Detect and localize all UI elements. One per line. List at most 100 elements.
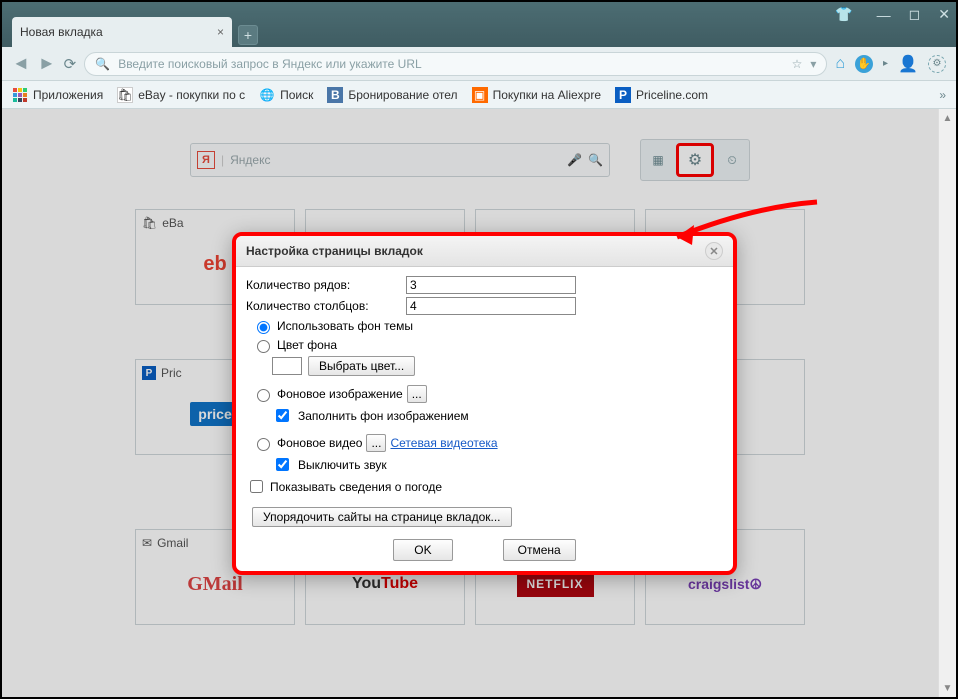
page-controls: ▦ ⚙ ⏲: [640, 139, 750, 181]
microphone-icon[interactable]: 🎤: [567, 153, 582, 167]
rows-label: Количество рядов:: [246, 278, 406, 292]
radio-theme-bg[interactable]: [257, 321, 270, 334]
home-icon[interactable]: ⌂: [835, 55, 845, 73]
window-controls: 👕 — ◻ ✕: [835, 6, 950, 23]
priceline-icon: P: [615, 87, 631, 103]
new-tab-button[interactable]: +: [238, 25, 258, 45]
close-window-button[interactable]: ✕: [938, 6, 950, 23]
cancel-button[interactable]: Отмена: [503, 539, 576, 561]
browser-tab[interactable]: Новая вкладка ×: [12, 17, 232, 47]
bookmark-label: Поиск: [280, 88, 313, 102]
rows-input[interactable]: [406, 276, 576, 294]
tile-body: price: [198, 406, 231, 422]
ebay-icon: 🛍: [117, 87, 133, 103]
user-icon[interactable]: 👤: [898, 54, 918, 74]
chevron-right-icon[interactable]: ▸: [883, 58, 888, 69]
cols-input[interactable]: [406, 297, 576, 315]
toolbar: ◄ ► ⟳ 🔍 Введите поисковый запрос в Яндек…: [2, 47, 956, 81]
cols-label: Количество столбцов:: [246, 299, 406, 313]
radio-video-bg[interactable]: [257, 438, 270, 451]
tile-body: craigslist: [688, 576, 749, 592]
close-tab-icon[interactable]: ×: [217, 25, 224, 39]
title-bar: Новая вкладка × + 👕 — ◻ ✕: [2, 2, 956, 47]
tile-label: Gmail: [157, 536, 188, 550]
toolbar-icons: ⌂ ✋ ▸ 👤 ⚙: [835, 54, 946, 74]
bookmark-search[interactable]: 🌐 Поиск: [259, 87, 313, 103]
search-submit-icon[interactable]: 🔍: [588, 153, 603, 167]
layout-icon[interactable]: ▦: [644, 147, 672, 173]
history-icon[interactable]: ⏲: [718, 147, 746, 173]
bag-icon: 🛍: [142, 216, 157, 230]
dialog-title: Настройка страницы вкладок: [246, 244, 423, 258]
dropdown-icon[interactable]: ▾: [810, 57, 816, 71]
bookmark-aliexpress[interactable]: ▣ Покупки на Aliexpre: [472, 87, 601, 103]
checkbox-label: Выключить звук: [298, 458, 387, 472]
arrange-sites-button[interactable]: Упорядочить сайты на странице вкладок...: [252, 507, 512, 527]
page-settings-button[interactable]: ⚙: [676, 143, 714, 177]
bookmarks-overflow-icon[interactable]: »: [939, 88, 946, 102]
vk-icon: B: [327, 87, 343, 103]
bookmark-label: eBay - покупки по с: [138, 88, 245, 102]
tile-label: eBa: [162, 216, 183, 230]
address-placeholder: Введите поисковый запрос в Яндекс или ук…: [118, 57, 422, 71]
maximize-button[interactable]: ◻: [909, 6, 921, 23]
radio-label: Цвет фона: [277, 338, 337, 352]
priceline-icon: P: [142, 366, 156, 380]
video-library-link[interactable]: Сетевая видеотека: [390, 436, 497, 450]
bookmarks-bar: Приложения 🛍 eBay - покупки по с 🌐 Поиск…: [2, 81, 956, 109]
bookmark-label: Бронирование отел: [348, 88, 457, 102]
apps-icon: [13, 88, 27, 102]
radio-image-bg[interactable]: [257, 389, 270, 402]
bookmark-label: Покупки на Aliexpre: [493, 88, 601, 102]
gmail-icon: ✉: [142, 536, 152, 550]
dialog-close-button[interactable]: ✕: [705, 242, 723, 260]
choose-color-button[interactable]: Выбрать цвет...: [308, 356, 415, 376]
browse-image-button[interactable]: ...: [407, 385, 427, 403]
scroll-down-icon[interactable]: ▼: [939, 679, 956, 697]
dialog-titlebar: Настройка страницы вкладок ✕: [236, 236, 733, 267]
checkbox-label: Показывать сведения о погоде: [270, 480, 442, 494]
checkbox-weather[interactable]: [250, 480, 263, 493]
bookmark-apps[interactable]: Приложения: [12, 87, 103, 103]
checkbox-fill-image[interactable]: [276, 409, 289, 422]
page-search-box[interactable]: Я | Яндекс 🎤 🔍: [190, 143, 610, 177]
search-icon: 🔍: [95, 57, 110, 71]
back-button[interactable]: ◄: [12, 53, 30, 74]
scroll-up-icon[interactable]: ▲: [939, 109, 956, 127]
checkbox-mute[interactable]: [276, 458, 289, 471]
bookmark-label: Приложения: [33, 88, 103, 102]
settings-gear-icon[interactable]: ⚙: [928, 55, 946, 73]
color-swatch[interactable]: [272, 357, 302, 375]
peace-icon: ☮: [749, 576, 762, 593]
bookmark-ebay[interactable]: 🛍 eBay - покупки по с: [117, 87, 245, 103]
tab-title: Новая вкладка: [20, 25, 103, 39]
vertical-scrollbar[interactable]: ▲ ▼: [938, 109, 956, 697]
minimize-button[interactable]: —: [877, 7, 891, 23]
hand-icon[interactable]: ✋: [855, 55, 873, 73]
radio-color-bg[interactable]: [257, 340, 270, 353]
reload-button[interactable]: ⟳: [64, 55, 77, 73]
address-bar[interactable]: 🔍 Введите поисковый запрос в Яндекс или …: [84, 52, 827, 76]
gear-icon: ⚙: [688, 150, 702, 170]
tab-page-settings-dialog: Настройка страницы вкладок ✕ Количество …: [232, 232, 737, 575]
tile-body: eb: [203, 253, 226, 276]
yandex-logo-icon: Я: [197, 151, 215, 169]
bookmark-star-icon[interactable]: ☆: [792, 57, 803, 71]
tile-body: GMail: [187, 573, 243, 596]
aliexpress-icon: ▣: [472, 87, 488, 103]
search-provider-label: Яндекс: [230, 153, 270, 167]
ok-button[interactable]: OK: [393, 539, 452, 561]
forward-button[interactable]: ►: [38, 53, 56, 74]
checkbox-label: Заполнить фон изображением: [298, 409, 469, 423]
radio-label: Фоновое видео: [277, 436, 362, 450]
bookmark-booking[interactable]: B Бронирование отел: [327, 87, 457, 103]
bookmark-label: Priceline.com: [636, 88, 708, 102]
radio-label: Использовать фон темы: [277, 319, 413, 333]
tile-body: Tube: [381, 575, 418, 593]
tshirt-icon[interactable]: 👕: [835, 6, 852, 23]
bookmark-priceline[interactable]: P Priceline.com: [615, 87, 708, 103]
tile-label: Pric: [161, 366, 182, 380]
browse-video-button[interactable]: ...: [366, 434, 386, 452]
tile-body: NETFLIX: [527, 577, 584, 591]
radio-label: Фоновое изображение: [277, 387, 403, 401]
